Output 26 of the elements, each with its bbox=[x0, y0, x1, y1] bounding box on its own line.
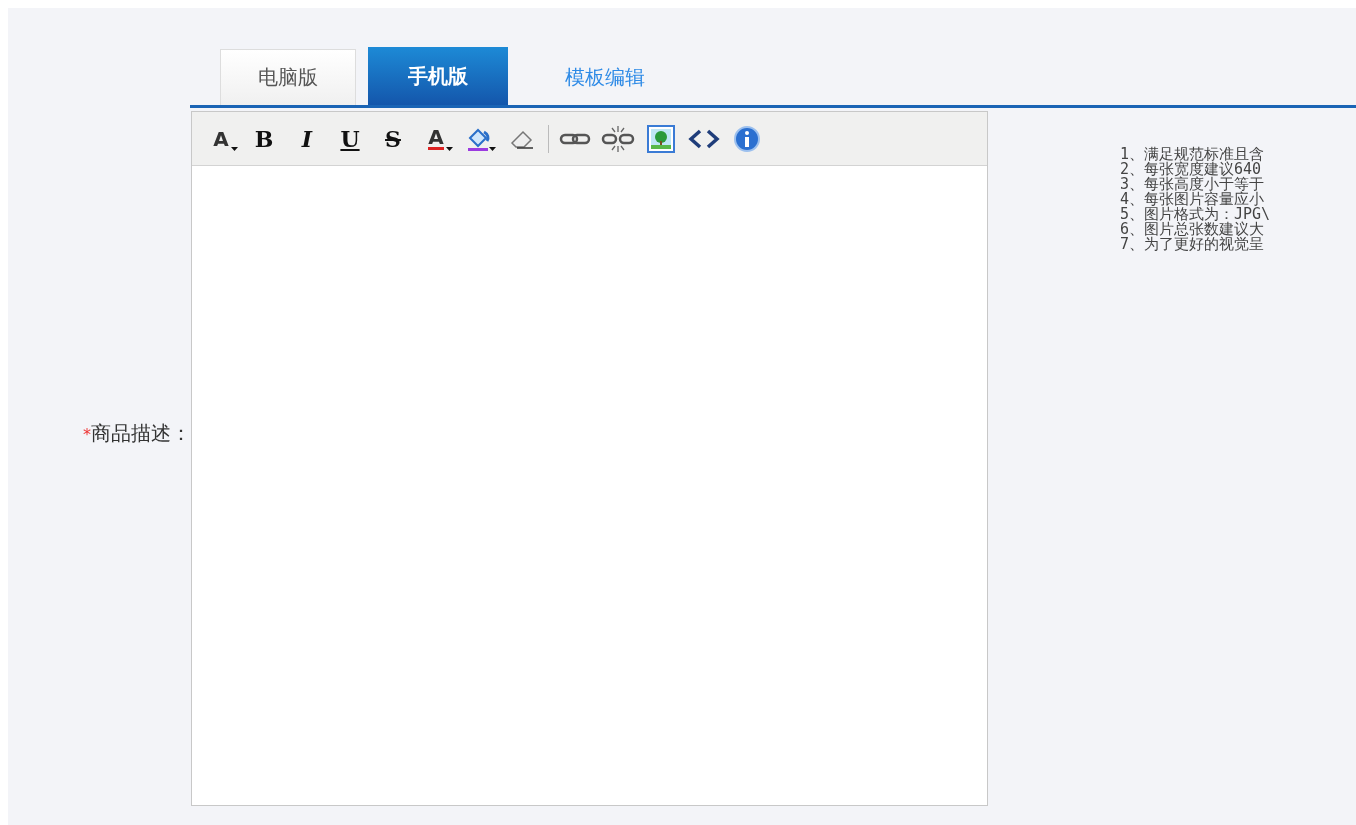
tab[interactable]: 电脑版 bbox=[220, 49, 356, 105]
tip-line: 4、每张图片容量应小 bbox=[1120, 192, 1265, 207]
tip-line: 5、图片格式为：JPG\ bbox=[1120, 207, 1271, 222]
info-icon bbox=[733, 124, 761, 153]
caret-icon bbox=[446, 146, 453, 152]
caret-icon bbox=[231, 146, 238, 152]
italic-button[interactable]: I bbox=[290, 123, 324, 154]
tip-line: 7、为了更好的视觉呈 bbox=[1120, 237, 1266, 252]
broken-link-icon bbox=[601, 124, 635, 153]
bold-button[interactable]: B bbox=[247, 123, 281, 154]
tip-line: 6、图片总张数建议大 bbox=[1120, 222, 1265, 237]
rich-text-editor[interactable]: A B I U S A bbox=[191, 111, 988, 806]
caret-icon bbox=[489, 146, 496, 152]
image-icon bbox=[647, 124, 675, 153]
image-button[interactable] bbox=[644, 123, 678, 154]
code-brackets-icon bbox=[688, 127, 720, 150]
tip-line: 3、每张高度小于等于 bbox=[1120, 177, 1266, 192]
tip-line: 2、每张宽度建议640 bbox=[1120, 162, 1262, 177]
underline-button[interactable]: U bbox=[333, 123, 367, 154]
tip-line: 1、满足规范标准且含 bbox=[1120, 147, 1266, 162]
text-color-button[interactable]: A bbox=[419, 123, 453, 154]
tab[interactable]: 手机版 bbox=[368, 47, 508, 105]
field-label: *商品描述： bbox=[83, 419, 191, 447]
unlink-button[interactable] bbox=[601, 123, 635, 154]
strikethrough-button[interactable]: S bbox=[376, 123, 410, 154]
font-size-button[interactable]: A bbox=[204, 123, 238, 154]
